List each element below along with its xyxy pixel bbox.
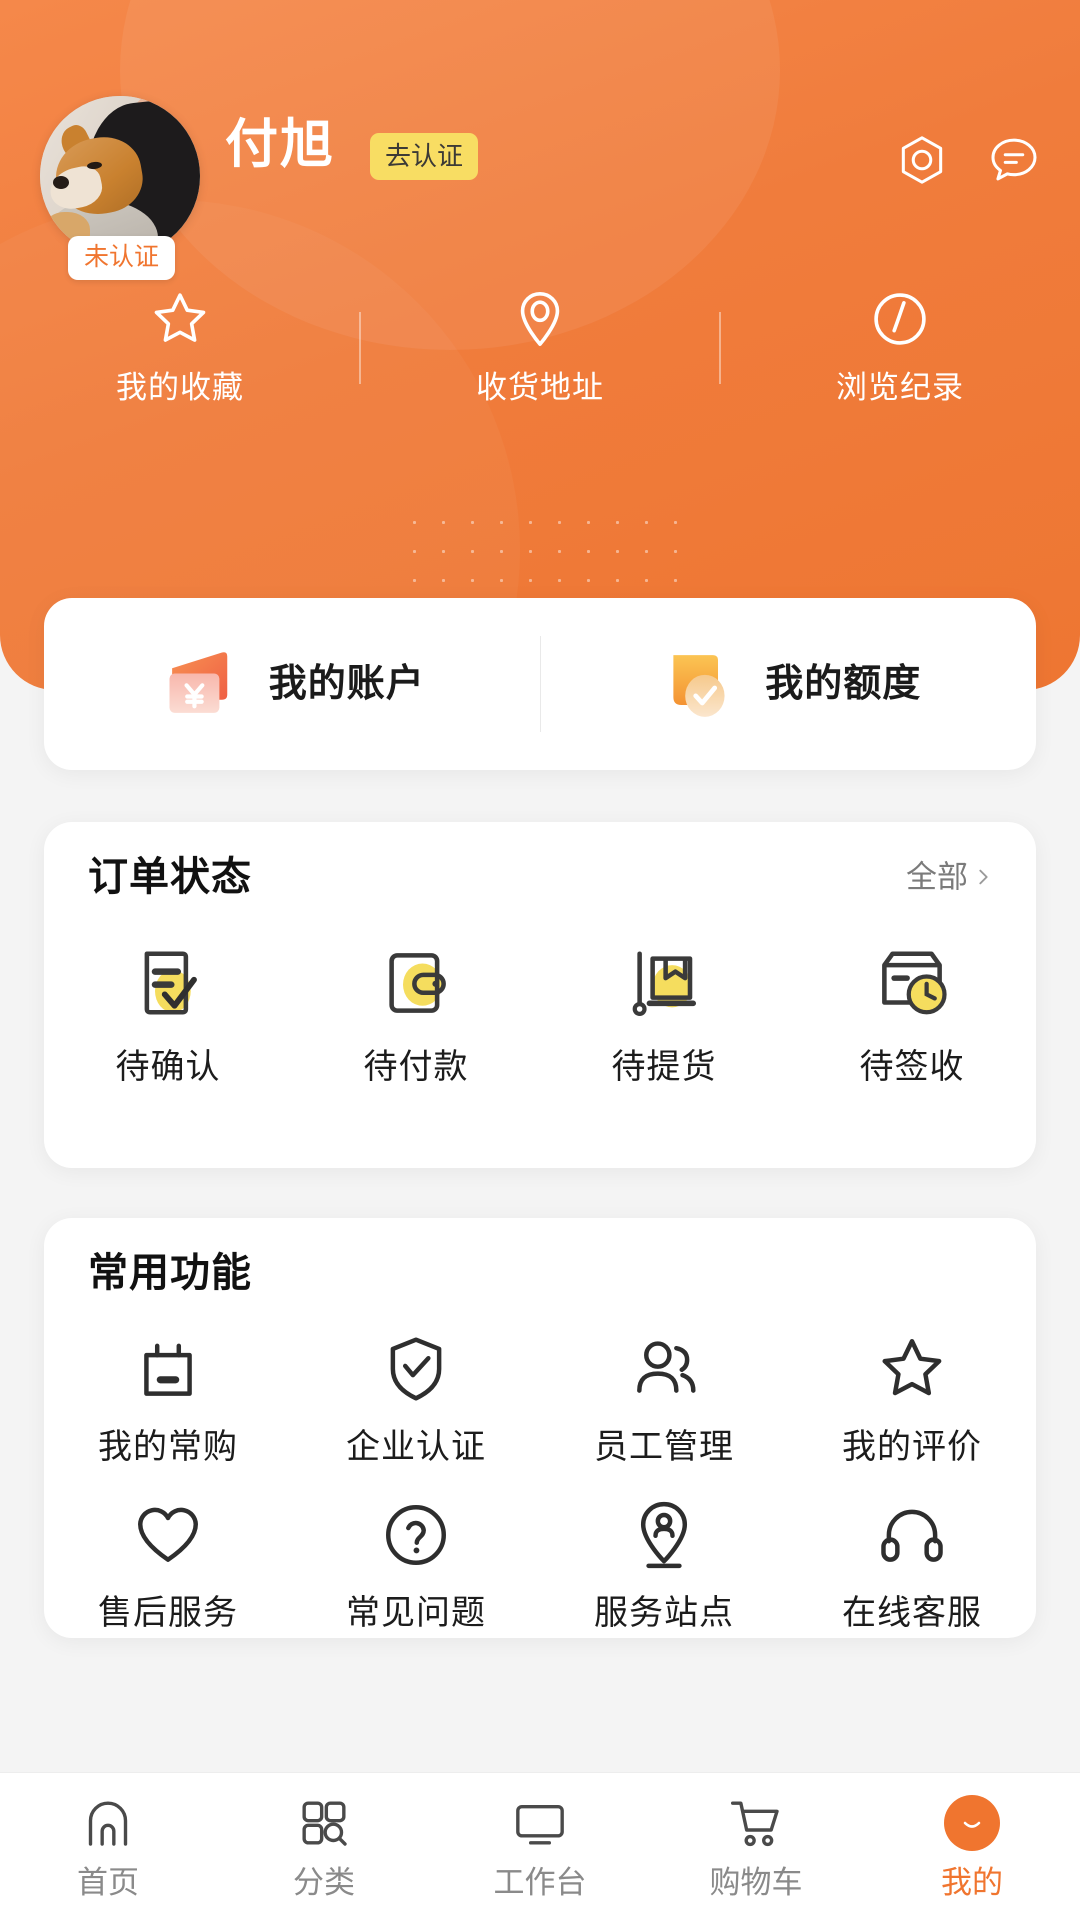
tab-label: 首页: [77, 1865, 139, 1900]
location-pin-icon: [509, 288, 571, 350]
function-after-sales[interactable]: 售后服务: [44, 1498, 292, 1630]
quick-link-label: 浏览纪录: [836, 370, 964, 405]
profile-page: 未认证 付旭 去认证 我的收藏 收货地址 浏览纪录 我的账户 我的额度 订单状态…: [0, 0, 1080, 1920]
users-icon: [627, 1332, 701, 1406]
credit-check-icon: [655, 642, 739, 726]
function-label: 在线客服: [842, 1594, 982, 1632]
order-status-label: 待付款: [363, 1048, 469, 1086]
avatar-wrapper[interactable]: 未认证: [40, 96, 200, 280]
function-label: 员工管理: [594, 1428, 734, 1466]
header-icon-group: [894, 132, 1042, 188]
quick-links-row: 我的收藏 收货地址 浏览纪录: [0, 288, 1080, 413]
quick-link-address[interactable]: 收货地址: [360, 288, 720, 413]
question-circle-icon: [379, 1498, 453, 1572]
order-status-card: 订单状态 全部 待确认 待付款 待提货 待签收: [44, 822, 1036, 1168]
chevron-right-icon: [975, 869, 992, 886]
tab-cart[interactable]: 购物车: [648, 1795, 864, 1898]
function-label: 售后服务: [98, 1594, 238, 1632]
shopping-bag-icon: [131, 1332, 205, 1406]
function-online-support[interactable]: 在线客服: [788, 1498, 1036, 1630]
tab-home[interactable]: 首页: [0, 1795, 216, 1898]
function-label: 服务站点: [594, 1594, 734, 1632]
profile-avatar-icon: [944, 1795, 1000, 1851]
function-label: 我的评价: [842, 1428, 982, 1466]
star-icon: [149, 288, 211, 350]
quick-link-favorites[interactable]: 我的收藏: [0, 288, 360, 413]
function-staff-management[interactable]: 员工管理: [540, 1332, 788, 1464]
tab-label: 工作台: [493, 1865, 587, 1900]
function-my-reviews[interactable]: 我的评价: [788, 1332, 1036, 1464]
document-check-icon: [129, 944, 207, 1022]
function-frequent-purchase[interactable]: 我的常购: [44, 1332, 292, 1464]
my-account-entry[interactable]: 我的账户: [44, 598, 540, 770]
avatar[interactable]: [40, 96, 200, 256]
order-status-grid: 待确认 待付款 待提货 待签收: [44, 932, 1036, 1084]
function-label: 企业认证: [346, 1428, 486, 1466]
headset-icon: [875, 1498, 949, 1572]
section-title: 常用功能: [88, 1251, 252, 1295]
wallet-icon: [377, 944, 455, 1022]
tab-label: 分类: [293, 1865, 355, 1900]
avatar-dog-nose: [53, 176, 69, 189]
profile-row: 未认证 付旭 去认证: [0, 96, 1080, 280]
quick-link-label: 收货地址: [476, 370, 604, 405]
tab-category[interactable]: 分类: [216, 1795, 432, 1898]
section-title: 订单状态: [88, 855, 252, 899]
tab-profile[interactable]: 我的: [864, 1795, 1080, 1898]
quick-link-label: 我的收藏: [116, 370, 244, 405]
cart-icon: [728, 1795, 784, 1851]
order-status-pending-receipt[interactable]: 待签收: [788, 944, 1036, 1084]
quick-link-history[interactable]: 浏览纪录: [720, 288, 1080, 413]
dolly-box-icon: [625, 944, 703, 1022]
category-grid-icon: [296, 1795, 352, 1851]
function-faq[interactable]: 常见问题: [292, 1498, 540, 1630]
account-label: 我的账户: [268, 663, 425, 705]
shield-check-icon: [379, 1332, 453, 1406]
tab-workbench[interactable]: 工作台: [432, 1795, 648, 1898]
order-status-label: 待提货: [611, 1048, 717, 1086]
header-dot-pattern: [400, 508, 690, 598]
common-functions-card: 常用功能 我的常购 企业认证 员工管理 我的评价 售后服务 常见问题 服务站点 …: [44, 1218, 1036, 1638]
heart-icon: [131, 1498, 205, 1572]
order-status-label: 待确认: [115, 1048, 221, 1086]
function-enterprise-verify[interactable]: 企业认证: [292, 1332, 540, 1464]
order-status-pending-confirm[interactable]: 待确认: [44, 944, 292, 1084]
function-service-stations[interactable]: 服务站点: [540, 1498, 788, 1630]
view-all-orders-link[interactable]: 全部: [906, 862, 992, 893]
status-badge-unverified: 未认证: [68, 236, 176, 280]
order-status-pending-pickup[interactable]: 待提货: [540, 944, 788, 1084]
my-credit-entry[interactable]: 我的额度: [541, 598, 1037, 770]
common-functions-grid: 我的常购 企业认证 员工管理 我的评价 售后服务 常见问题 服务站点 在线客服: [44, 1328, 1036, 1664]
monitor-icon: [512, 1795, 568, 1851]
order-status-pending-payment[interactable]: 待付款: [292, 944, 540, 1084]
history-clock-icon: [869, 288, 931, 350]
common-functions-header: 常用功能: [44, 1218, 1036, 1328]
function-label: 我的常购: [98, 1428, 238, 1466]
star-outline-icon: [875, 1332, 949, 1406]
bottom-tab-bar: 首页 分类 工作台 购物车 我的: [0, 1772, 1080, 1920]
tab-label: 我的: [941, 1865, 1003, 1900]
order-status-label: 待签收: [859, 1048, 965, 1086]
order-status-header: 订单状态 全部: [44, 822, 1036, 932]
delivery-clock-icon: [873, 944, 951, 1022]
function-label: 常见问题: [346, 1594, 486, 1632]
gear-icon[interactable]: [894, 132, 950, 188]
wallet-yen-icon: [159, 642, 243, 726]
account-card: 我的账户 我的额度: [44, 598, 1036, 770]
user-name: 付旭: [225, 115, 335, 174]
map-pin-user-icon: [627, 1498, 701, 1572]
view-all-label: 全部: [906, 859, 968, 895]
go-verify-button[interactable]: 去认证: [370, 133, 479, 180]
tab-label: 购物车: [709, 1865, 803, 1900]
page-header: 未认证 付旭 去认证 我的收藏 收货地址 浏览纪录: [0, 0, 1080, 690]
chat-bubble-icon[interactable]: [986, 132, 1042, 188]
account-label: 我的额度: [765, 663, 922, 705]
home-icon: [80, 1795, 136, 1851]
